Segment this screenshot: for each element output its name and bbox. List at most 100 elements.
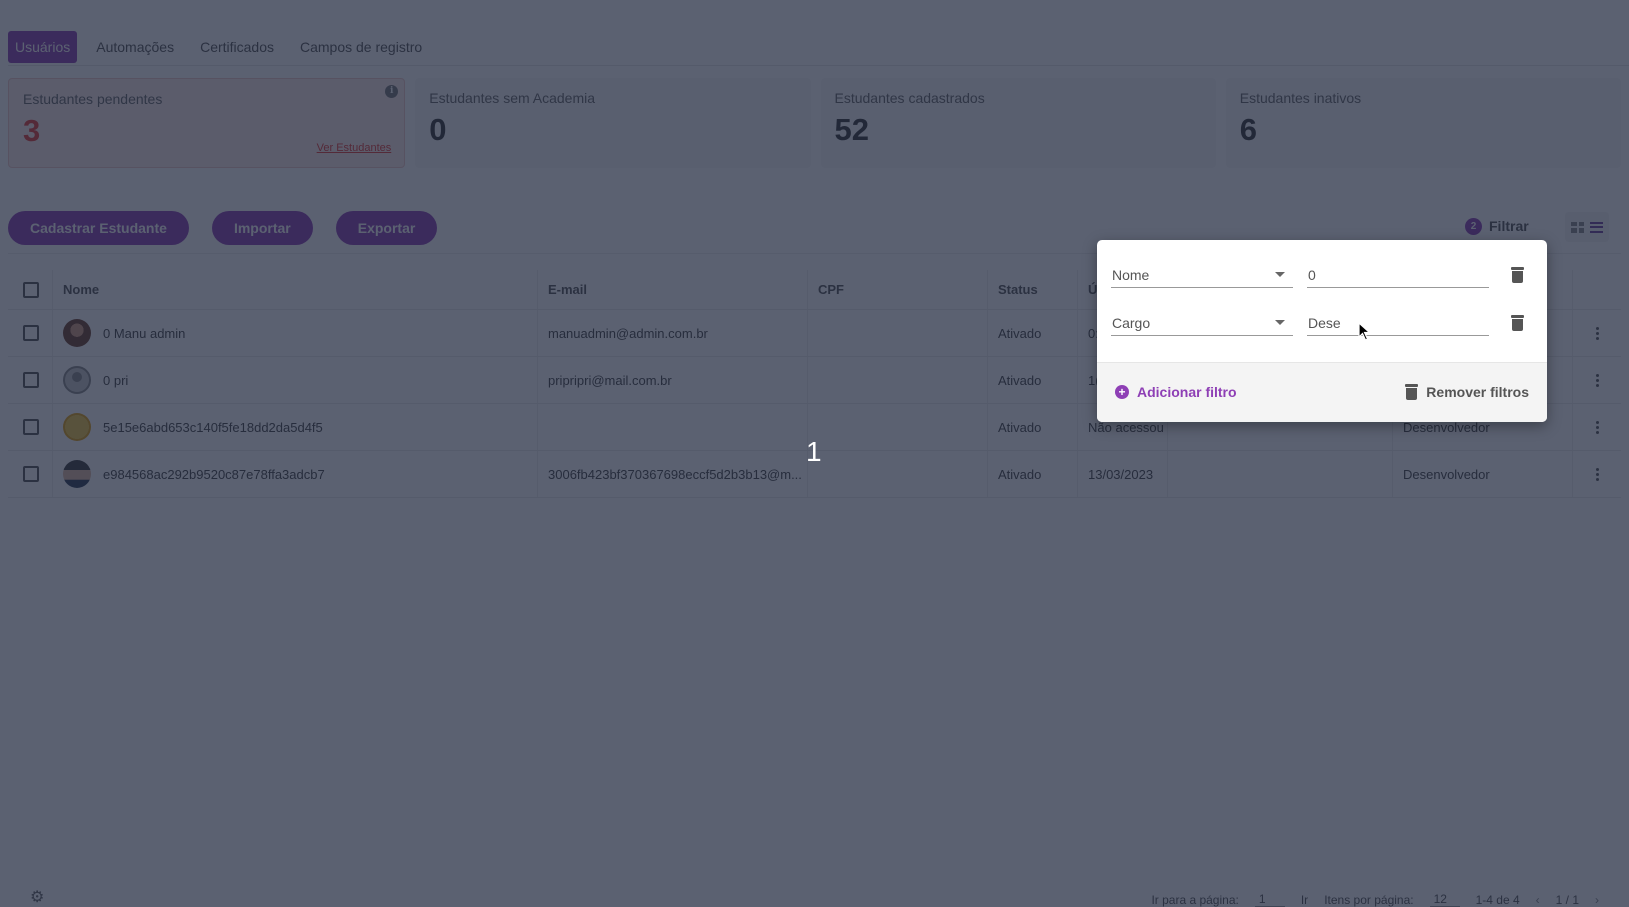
filter-field-value: Cargo <box>1112 314 1151 331</box>
name-cell: 5e15e6abd653c140f5fe18dd2da5d4f5 <box>53 404 538 450</box>
more-options-icon[interactable] <box>1595 420 1599 434</box>
name-cell: e984568ac292b9520c87e78ffa3adcb7 <box>53 451 538 497</box>
card-title: Estudantes inativos <box>1239 90 1362 106</box>
trash-icon[interactable] <box>1511 315 1524 331</box>
goto-page-label: Ir para a página: <box>1151 892 1239 907</box>
row-checkbox[interactable] <box>23 419 39 435</box>
mouse-cursor-icon <box>1358 322 1372 341</box>
gear-icon[interactable]: ⚙ <box>30 890 44 906</box>
filter-value-input[interactable] <box>1307 262 1489 288</box>
row-checkbox[interactable] <box>23 325 39 341</box>
extra-cell <box>1168 451 1393 497</box>
more-options-icon[interactable] <box>1595 326 1599 340</box>
filter-field-select[interactable]: Cargo <box>1111 310 1293 336</box>
filter-panel: Nome Cargo + Adicionar filtro Remover fi… <box>1097 240 1547 422</box>
more-options-icon[interactable] <box>1595 467 1599 481</box>
row-checkbox-cell <box>8 310 53 356</box>
cpf-cell <box>808 357 988 403</box>
remove-filters-button[interactable]: Remover filtros <box>1405 384 1529 400</box>
items-per-page-label: Itens por página: <box>1324 892 1414 907</box>
plus-circle-icon: + <box>1115 385 1129 399</box>
filter-count-badge: 2 <box>1465 217 1482 235</box>
info-icon[interactable]: i <box>385 85 399 98</box>
email-cell <box>538 404 808 450</box>
status-cell: Ativado <box>988 451 1078 497</box>
filter-label: Filtrar <box>1489 218 1529 234</box>
card-students-no-academy: Estudantes sem Academia 0 <box>415 78 811 168</box>
email-cell: pripripri@mail.com.br <box>538 357 808 403</box>
add-filter-button[interactable]: + Adicionar filtro <box>1115 384 1237 400</box>
column-header-email[interactable]: E-mail <box>538 270 808 309</box>
status-cell: Ativado <box>988 404 1078 450</box>
import-button[interactable]: Importar <box>211 211 313 245</box>
tab-campos-de-registro[interactable]: Campos de registro <box>293 31 429 63</box>
card-students-inactive: Estudantes inativos 6 <box>1225 78 1621 168</box>
card-value: 52 <box>834 112 869 147</box>
card-title: Estudantes sem Academia <box>429 90 596 106</box>
divider <box>1097 362 1547 363</box>
register-student-button[interactable]: Cadastrar Estudante <box>8 211 189 245</box>
row-menu-cell <box>1573 404 1621 450</box>
next-page-icon[interactable]: › <box>1595 893 1599 907</box>
column-header-status[interactable]: Status <box>988 270 1078 309</box>
pagination: Ir para a página: 1 Ir Itens por página:… <box>1151 892 1599 907</box>
row-checkbox[interactable] <box>23 466 39 482</box>
grid-view-icon[interactable] <box>1571 221 1584 233</box>
action-bar: Cadastrar Estudante Importar Exportar <box>8 211 438 245</box>
row-menu-cell <box>1573 310 1621 356</box>
tab-usuarios[interactable]: Usuários <box>8 31 78 63</box>
row-menu-cell <box>1573 357 1621 403</box>
remove-filters-label: Remover filtros <box>1426 384 1529 400</box>
more-options-icon[interactable] <box>1595 373 1599 387</box>
cpf-cell <box>808 310 988 356</box>
table-footer: ⚙ Ir para a página: 1 Ir Itens por págin… <box>0 886 1629 907</box>
chevron-down-icon <box>1275 272 1285 277</box>
column-header-cpf[interactable]: CPF <box>808 270 988 309</box>
role-cell: Desenvolvedor <box>1393 451 1573 497</box>
filter-panel-footer: + Adicionar filtro Remover filtros <box>1097 362 1547 422</box>
go-button[interactable]: Ir <box>1301 893 1308 907</box>
filter-button[interactable]: 2 Filtrar <box>1465 211 1529 241</box>
avatar <box>63 413 91 441</box>
chevron-down-icon <box>1275 320 1285 325</box>
goto-page-input[interactable]: 1 <box>1254 892 1285 907</box>
export-button[interactable]: Exportar <box>335 211 438 245</box>
add-filter-label: Adicionar filtro <box>1137 384 1237 400</box>
prev-page-icon[interactable]: ‹ <box>1536 893 1540 907</box>
filter-row: Cargo <box>1111 310 1533 336</box>
card-value: 6 <box>1239 112 1257 147</box>
tab-bar: Usuários Automações Certificados Campos … <box>8 31 1629 66</box>
student-name[interactable]: e984568ac292b9520c87e78ffa3adcb7 <box>103 467 325 482</box>
name-cell: 0 Manu admin <box>53 310 538 356</box>
student-name[interactable]: 0 pri <box>103 373 128 388</box>
list-view-icon[interactable] <box>1590 221 1603 233</box>
avatar <box>63 366 91 394</box>
filter-value-input[interactable] <box>1307 310 1489 336</box>
trash-icon[interactable] <box>1511 267 1524 283</box>
select-all-checkbox[interactable] <box>23 281 39 298</box>
filter-field-select[interactable]: Nome <box>1111 262 1293 288</box>
cpf-cell <box>808 451 988 497</box>
tab-automacoes[interactable]: Automações <box>89 31 181 63</box>
student-name[interactable]: 5e15e6abd653c140f5fe18dd2da5d4f5 <box>103 420 323 435</box>
see-students-link[interactable]: Ver Estudantes <box>317 142 392 154</box>
trash-icon <box>1405 384 1419 400</box>
column-header-name[interactable]: Nome <box>53 270 538 309</box>
column-header-menu <box>1573 270 1621 309</box>
tab-certificados[interactable]: Certificados <box>193 31 281 63</box>
row-menu-cell <box>1573 451 1621 497</box>
card-students-registered: Estudantes cadastrados 52 <box>820 78 1216 168</box>
last-access-cell: 13/03/2023 <box>1078 451 1168 497</box>
status-cell: Ativado <box>988 310 1078 356</box>
row-checkbox-cell <box>8 451 53 497</box>
select-all-cell <box>8 270 53 309</box>
student-name[interactable]: 0 Manu admin <box>103 326 185 341</box>
page-indicator: 1 / 1 <box>1555 892 1579 907</box>
items-per-page-select[interactable]: 12 <box>1429 892 1460 907</box>
cpf-cell <box>808 404 988 450</box>
card-title: Estudantes cadastrados <box>834 90 985 106</box>
email-cell: 3006fb423bf370367698eccf5d2b3b13@m... <box>538 451 808 497</box>
row-checkbox[interactable] <box>23 372 39 388</box>
filter-row: Nome <box>1111 262 1533 288</box>
row-checkbox-cell <box>8 357 53 403</box>
